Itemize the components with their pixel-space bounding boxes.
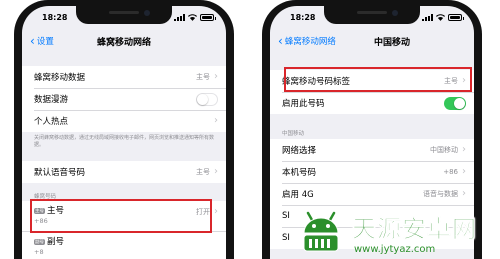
line-badge: 副号	[34, 238, 45, 245]
section-header: 中国移动	[282, 131, 305, 137]
line-number: +8	[34, 248, 44, 256]
row-label: 网络选择	[282, 146, 317, 156]
page-title: 蜂窝移动网络	[96, 37, 151, 48]
row-value: +86	[443, 168, 458, 176]
chevron-right-icon: ›	[214, 71, 218, 82]
back-button[interactable]: ‹ 蜂窝移动网络	[278, 35, 336, 47]
enable-line-toggle[interactable]	[444, 96, 466, 110]
line-name: 副号	[47, 237, 65, 247]
default-voice-row[interactable]: 默认语音号码 主号 ›	[22, 161, 226, 183]
notch	[76, 6, 172, 24]
my-number-row[interactable]: 本机号码 +86 ›	[270, 161, 474, 183]
row-label: 个人热点	[34, 117, 69, 127]
row-label: 默认语音号码	[34, 168, 86, 178]
nav-bar: ‹ 蜂窝移动网络 中国移动	[270, 32, 474, 50]
footnote: 关闭蜂窝移动数据，通过无线局域网接收电子邮件，网页浏览和推送通知等所有数据。	[34, 135, 215, 148]
row-label: 启用此号码	[282, 99, 325, 109]
chevron-left-icon: ‹	[278, 34, 283, 48]
status-time: 18:28	[42, 12, 68, 22]
row-value: 主号	[196, 73, 210, 81]
signal-icon	[422, 13, 433, 21]
back-label: 蜂窝移动网络	[284, 37, 336, 47]
chevron-right-icon: ›	[214, 166, 218, 177]
cellular-data-row[interactable]: 蜂窝移动数据 主号 ›	[22, 66, 226, 88]
chevron-right-icon: ›	[462, 144, 466, 155]
wifi-icon	[188, 13, 197, 21]
enable-4g-row[interactable]: 启用 4G 语音与数据 ›	[270, 183, 474, 205]
back-button[interactable]: ‹ 设置	[30, 35, 54, 47]
chevron-right-icon: ›	[462, 188, 466, 199]
watermark-url: www.jytyaz.com	[354, 243, 436, 255]
chevron-right-icon: ›	[214, 206, 218, 217]
row-value: 中国移动	[430, 146, 458, 154]
back-label: 设置	[36, 37, 54, 47]
row-label: 蜂窝移动数据	[34, 73, 86, 83]
voice-group: 默认语音号码 主号 ›	[22, 161, 226, 183]
signal-icon	[174, 13, 185, 21]
status-time: 18:28	[290, 12, 316, 22]
chevron-right-icon: ›	[214, 115, 218, 126]
data-roaming-toggle[interactable]	[196, 92, 218, 106]
page-title: 中国移动	[373, 37, 410, 48]
chevron-right-icon: ›	[462, 166, 466, 177]
notch	[324, 6, 420, 24]
nav-bar: ‹ 设置 蜂窝移动网络	[22, 32, 226, 50]
battery-icon	[200, 13, 216, 21]
wifi-icon	[436, 13, 445, 21]
line-item-secondary[interactable]: 副号 副号 +8	[22, 231, 226, 259]
settings-group: 蜂窝移动数据 主号 › 数据漫游 个人热点 ›	[22, 66, 226, 132]
battery-icon	[448, 13, 464, 21]
network-selection-row[interactable]: 网络选择 中国移动 ›	[270, 139, 474, 161]
row-label: 启用 4G	[282, 190, 314, 200]
data-roaming-row: 数据漫游	[22, 88, 226, 110]
highlight-box	[30, 199, 212, 233]
row-label: 数据漫游	[34, 95, 69, 105]
row-value: 主号	[196, 168, 210, 176]
android-logo-icon	[303, 211, 339, 251]
personal-hotspot-row[interactable]: 个人热点 ›	[22, 110, 226, 132]
left-phone: 18:28 ‹设置 蜂窝移动网络 蜂窝移动数据 主号 › 数据漫游 个人热点	[14, 0, 234, 259]
row-value: 语音与数据	[423, 190, 458, 198]
highlight-box	[284, 67, 472, 92]
chevron-left-icon: ‹	[30, 34, 35, 48]
enable-line-row: 启用此号码	[270, 92, 474, 114]
row-label: 本机号码	[282, 168, 317, 178]
watermark-title: 天源安卓网	[352, 214, 477, 243]
watermark: 天源安卓网 www.jytyaz.com	[296, 204, 500, 259]
